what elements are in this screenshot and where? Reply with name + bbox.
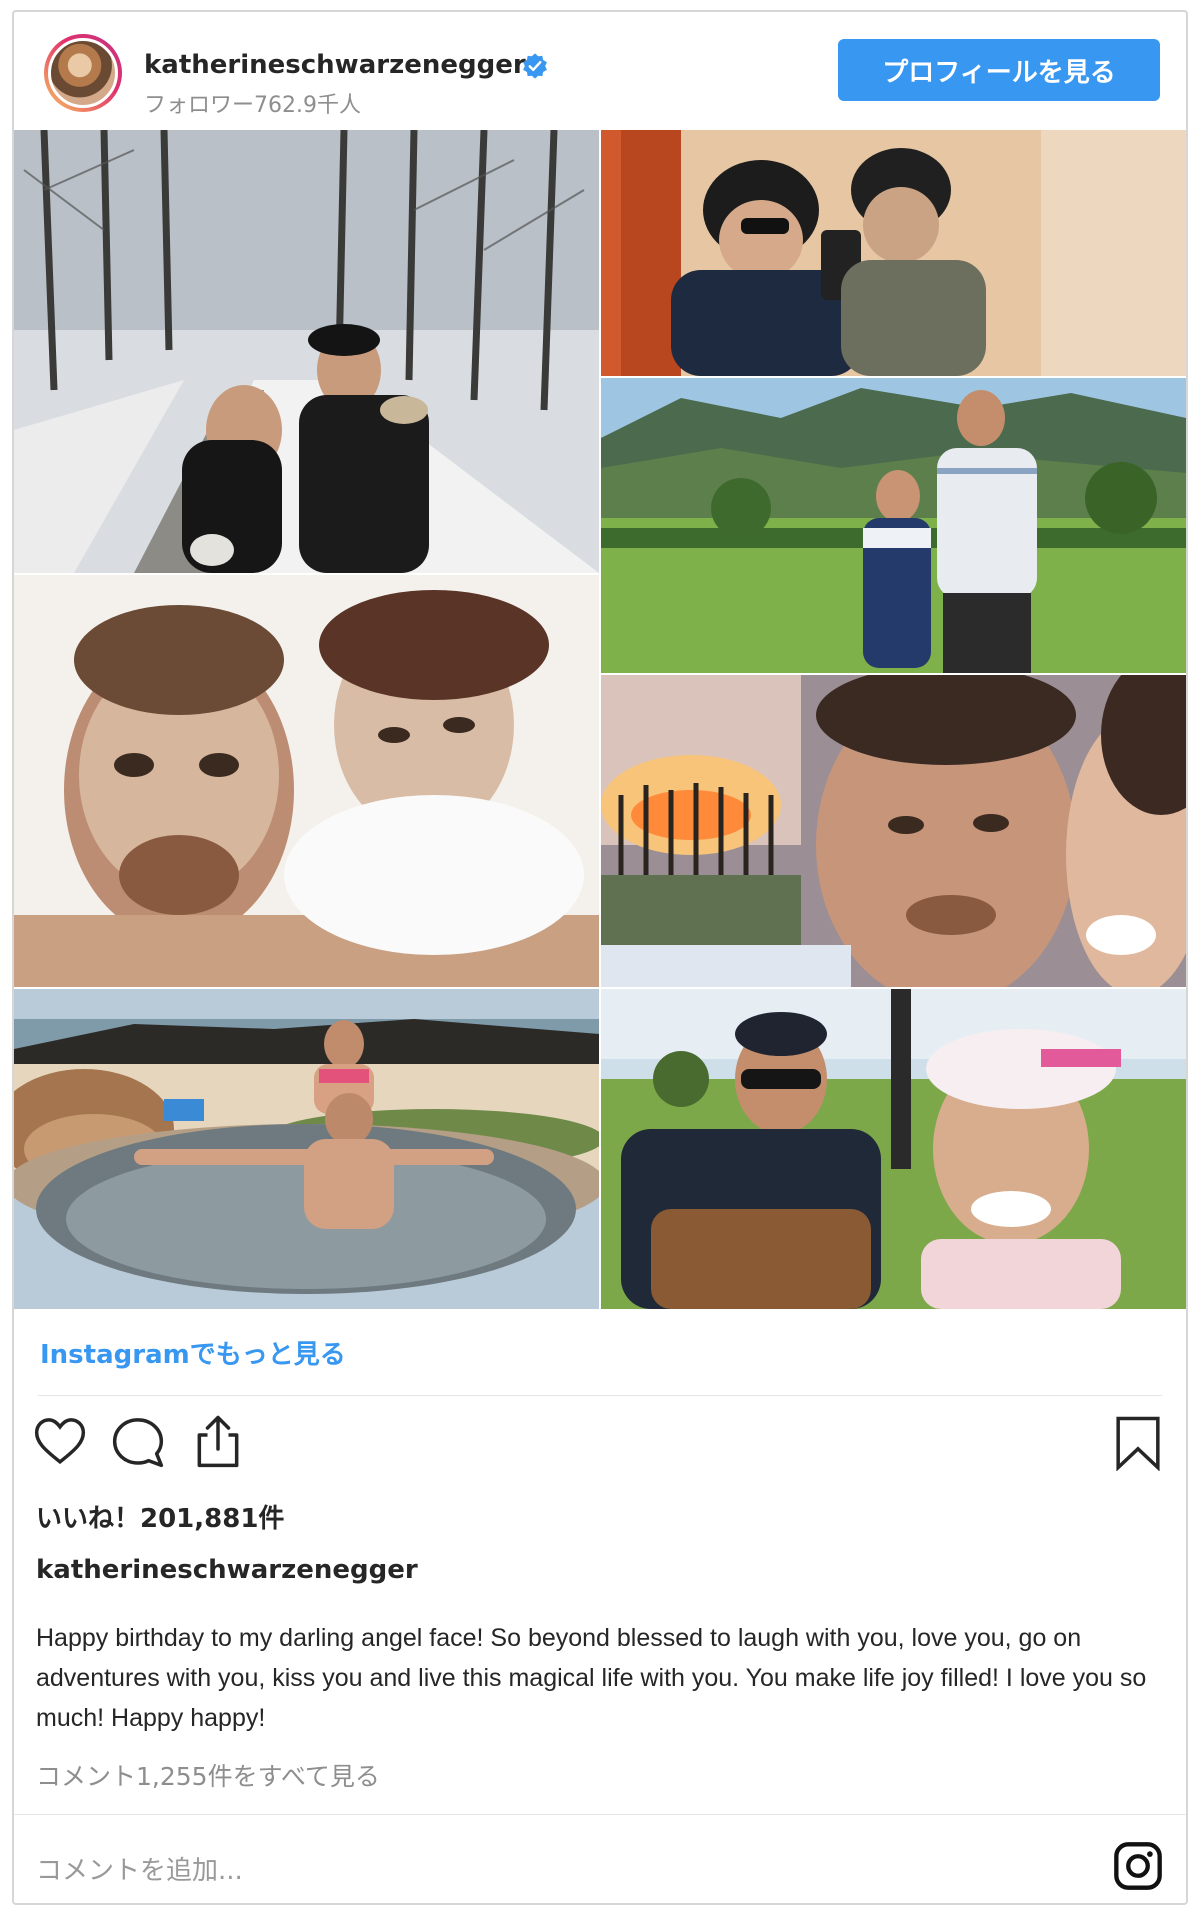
divider [14, 1814, 1186, 1815]
verified-badge-icon [523, 53, 547, 79]
photo-face-masks-in-bed[interactable] [14, 575, 599, 987]
photo-beach-hot-tub[interactable] [14, 989, 599, 1309]
like-count[interactable]: いいね！201,881件 [36, 1498, 284, 1535]
view-more-on-instagram-link[interactable]: Instagramでもっと見る [40, 1334, 346, 1371]
view-all-comments-link[interactable]: コメント1,255件をすべて見る [36, 1757, 380, 1793]
post-header: katherineschwarzenegger フォロワー762.9千人 プロフ… [14, 12, 1186, 130]
photo-sunset-selfie[interactable] [601, 675, 1186, 987]
instagram-logo-icon[interactable] [1112, 1840, 1164, 1892]
view-profile-button[interactable]: プロフィールを見る [838, 39, 1160, 101]
post-caption: Happy birthday to my darling angel face!… [36, 1624, 1147, 1732]
share-icon[interactable] [190, 1414, 246, 1470]
caption-author-link[interactable]: katherineschwarzenegger [36, 1555, 418, 1585]
comment-icon[interactable] [110, 1414, 166, 1470]
divider [38, 1395, 1162, 1396]
follower-count: フォロワー762.9千人 [144, 93, 361, 118]
avatar[interactable] [44, 34, 122, 112]
instagram-embed-card: katherineschwarzenegger フォロワー762.9千人 プロフ… [12, 10, 1188, 1905]
add-comment-input[interactable]: コメントを追加... [36, 1850, 243, 1887]
username-link[interactable]: katherineschwarzenegger [144, 50, 526, 80]
photo-bike-helmet-mirror-selfie[interactable] [601, 130, 1186, 376]
photo-golf-cart-selfie[interactable] [601, 989, 1186, 1309]
bookmark-icon[interactable] [1112, 1415, 1164, 1471]
photo-golf-course-mountains[interactable] [601, 378, 1186, 673]
photo-snow-walk[interactable] [14, 130, 599, 573]
heart-icon[interactable] [32, 1414, 88, 1470]
